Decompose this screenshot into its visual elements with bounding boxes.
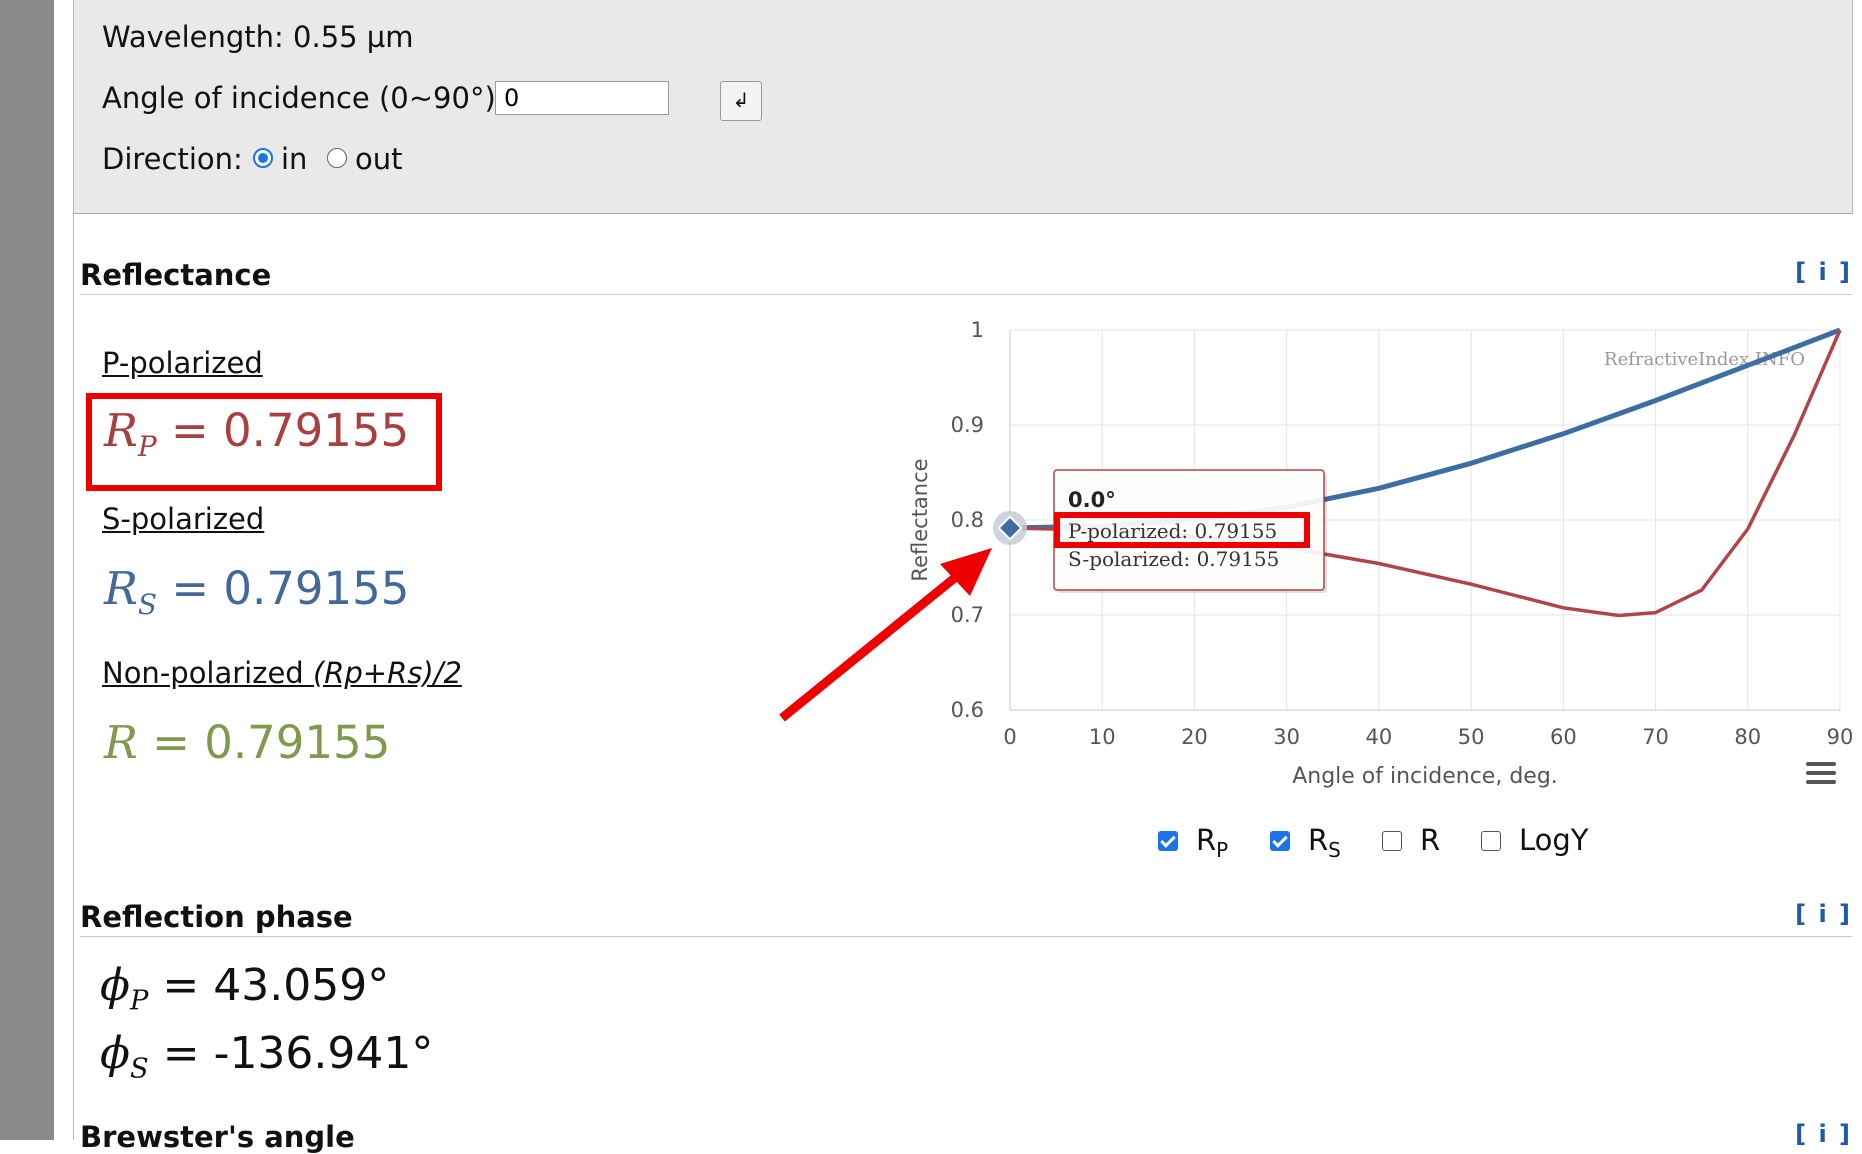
reflectance-chart[interactable]: 0 10 20 30 40 50 60 70 80 900.60.70.80.91Angle of… bbox=[880, 305, 1852, 805]
x-tick-label: 10 bbox=[1089, 725, 1116, 749]
s-polarized-link[interactable]: S-polarized bbox=[102, 502, 264, 536]
direction-out-radio[interactable] bbox=[327, 148, 347, 168]
non-polarized-text: Non-polarized bbox=[102, 656, 313, 690]
phi-s-subscript: S bbox=[130, 1053, 149, 1085]
annotation-arrow-shaft bbox=[779, 568, 965, 722]
r-eq: = bbox=[152, 716, 190, 769]
x-tick-label: 80 bbox=[1734, 725, 1761, 749]
tooltip-s-line: S-polarized: 0.79155 bbox=[1068, 547, 1279, 571]
brewster-info-link[interactable]: [ i ] bbox=[1795, 1120, 1852, 1148]
toggle-checkbox-1[interactable] bbox=[1158, 831, 1178, 851]
phi-p-eq: = bbox=[162, 960, 200, 1011]
toggle-checkbox-2[interactable] bbox=[1270, 831, 1290, 851]
aoi-label: Angle of incidence (0~90°): bbox=[102, 81, 506, 115]
phi-p-symbol: ϕ bbox=[100, 960, 130, 1011]
x-tick-label: 50 bbox=[1458, 725, 1485, 749]
phi-s-eq: = bbox=[162, 1028, 200, 1079]
toggle-checkbox-4[interactable] bbox=[1481, 831, 1501, 851]
non-polarized-formula: (Rp+Rs)/2 bbox=[312, 656, 462, 690]
phi-p-subscript: P bbox=[130, 985, 149, 1017]
x-tick-label: 30 bbox=[1273, 725, 1300, 749]
phase-divider bbox=[80, 936, 1852, 937]
chart-menu-icon[interactable] bbox=[1806, 762, 1836, 786]
toggle-label-4: LogY bbox=[1519, 823, 1589, 857]
y-tick-label: 0.8 bbox=[951, 508, 984, 532]
phi-p-formula: ϕP = 43.059° bbox=[100, 960, 389, 1017]
aoi-enter-button[interactable]: ↲ bbox=[720, 81, 762, 121]
reflectance-divider bbox=[80, 294, 1852, 295]
toggle-label-2: RS bbox=[1308, 823, 1341, 862]
x-tick-label: 60 bbox=[1550, 725, 1577, 749]
phi-s-symbol: ϕ bbox=[100, 1028, 130, 1079]
phi-p-value: 43.059° bbox=[213, 960, 390, 1011]
direction-in-label: in bbox=[281, 142, 308, 176]
page-gutter bbox=[54, 0, 74, 1140]
r-symbol: R bbox=[104, 716, 138, 769]
p-polarized-link[interactable]: P-polarized bbox=[102, 346, 263, 380]
reflectance-info-link[interactable]: [ i ] bbox=[1795, 258, 1852, 286]
toggle-subscript-2: S bbox=[1328, 838, 1341, 862]
annotation-arrow bbox=[779, 548, 992, 722]
phase-title: Reflection phase bbox=[80, 900, 353, 934]
y-tick-label: 0.9 bbox=[951, 413, 984, 437]
tooltip-title: 0.0° bbox=[1068, 488, 1116, 512]
non-polarized-link[interactable]: Non-polarized (Rp+Rs)/2 bbox=[102, 656, 462, 690]
phase-info-link[interactable]: [ i ] bbox=[1795, 900, 1852, 928]
x-tick-label: 40 bbox=[1366, 725, 1393, 749]
toggle-subscript-1: P bbox=[1216, 838, 1229, 862]
x-tick-label: 20 bbox=[1181, 725, 1208, 749]
r-value: 0.79155 bbox=[204, 716, 391, 769]
rs-formula: RS = 0.79155 bbox=[104, 562, 409, 621]
direction-in-radio[interactable] bbox=[253, 148, 273, 168]
r-formula: R = 0.79155 bbox=[104, 716, 390, 769]
left-gray-bar bbox=[0, 0, 54, 1140]
rs-value: 0.79155 bbox=[223, 562, 410, 615]
y-tick-label: 1 bbox=[971, 318, 984, 342]
phi-s-value: -136.941° bbox=[213, 1028, 434, 1079]
toggle-label-1: RP bbox=[1196, 823, 1229, 862]
wavelength-label: Wavelength: 0.55 µm bbox=[102, 20, 414, 54]
direction-out-label: out bbox=[355, 142, 403, 176]
x-tick-label: 70 bbox=[1642, 725, 1669, 749]
toggle-label-3: R bbox=[1420, 823, 1441, 857]
rp-highlight-box bbox=[86, 393, 442, 491]
chart-watermark: RefractiveIndex.INFO bbox=[1604, 349, 1805, 370]
phi-s-formula: ϕS = -136.941° bbox=[100, 1028, 433, 1085]
reflectance-title: Reflectance bbox=[80, 258, 272, 292]
brewster-title: Brewster's angle bbox=[80, 1120, 355, 1154]
aoi-input[interactable] bbox=[495, 81, 669, 115]
tooltip-p-line: P-polarized: 0.79155 bbox=[1068, 519, 1277, 543]
rs-symbol: R bbox=[104, 562, 138, 615]
x-axis-title: Angle of incidence, deg. bbox=[1292, 764, 1558, 789]
direction-label: Direction: bbox=[102, 142, 243, 176]
rs-eq: = bbox=[171, 562, 210, 615]
rs-subscript: S bbox=[137, 587, 157, 621]
input-panel: Wavelength: 0.55 µm Angle of incidence (… bbox=[74, 0, 1853, 214]
x-tick-label: 90 bbox=[1827, 725, 1852, 749]
toggle-checkbox-3[interactable] bbox=[1382, 831, 1402, 851]
